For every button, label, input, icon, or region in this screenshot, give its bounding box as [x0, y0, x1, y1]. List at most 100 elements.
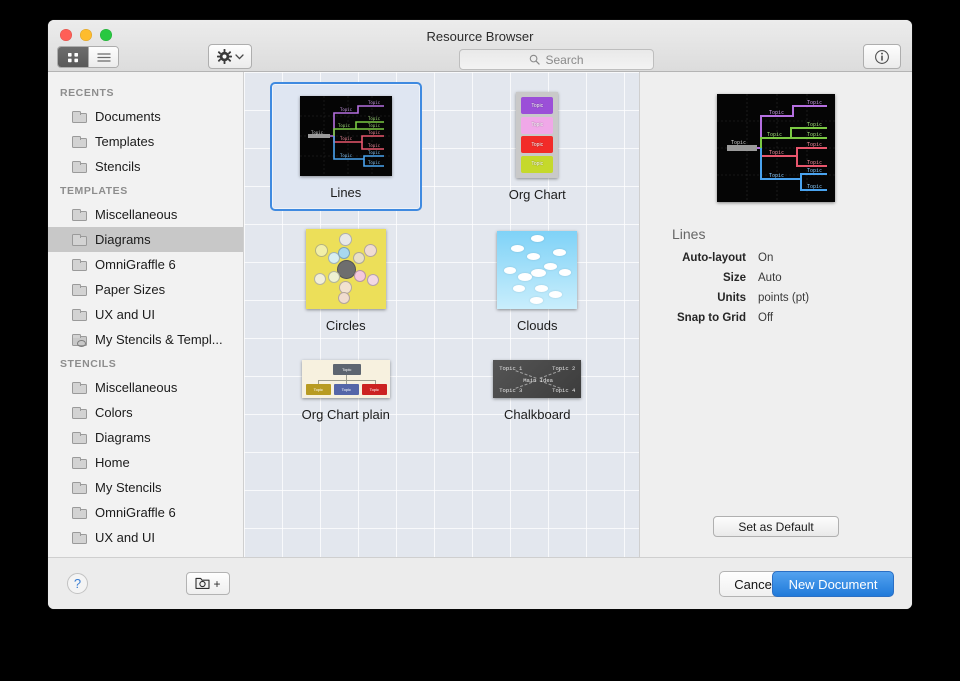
template-name: Org Chart plain: [302, 407, 390, 422]
grid-view-icon[interactable]: [58, 47, 88, 67]
circle-node: [338, 292, 350, 304]
sidebar-item-my-stencils[interactable]: My Stencils: [48, 475, 243, 500]
sidebar-item-omnigraffle6-templates[interactable]: OmniGraffle 6: [48, 252, 243, 277]
window-title: Resource Browser: [48, 29, 912, 44]
orgp-box-mid: Topic: [334, 384, 359, 395]
chalk-topic-2: Topic 2: [552, 365, 575, 372]
sidebar-item-miscellaneous-templates[interactable]: Miscellaneous: [48, 202, 243, 227]
info-panel-title: Lines: [672, 226, 894, 242]
sidebar-item-label: OmniGraffle 6: [95, 257, 176, 272]
sidebar-item-diagrams-templates[interactable]: Diagrams: [48, 227, 243, 252]
view-mode-segmented-control[interactable]: [57, 46, 119, 68]
cloud-node: [535, 285, 548, 292]
svg-text:Topic: Topic: [368, 123, 381, 128]
folder-icon: [72, 382, 87, 394]
list-view-icon[interactable]: [88, 47, 118, 67]
template-browser-grid[interactable]: Topic TopicTopic TopicTopic Topic TopicT…: [244, 72, 640, 557]
connector: [318, 380, 376, 381]
info-row-auto-layout: Auto-layout On: [658, 252, 894, 264]
property-key: Snap to Grid: [658, 312, 746, 324]
cloud-node: [531, 269, 546, 277]
template-name: Chalkboard: [504, 407, 571, 422]
desktop-background: Resource Browser: [0, 0, 960, 681]
sidebar-item-ux-and-ui-templates[interactable]: UX and UI: [48, 302, 243, 327]
property-value: On: [758, 252, 773, 264]
template-thumbnail-chalkboard: Topic 1 Topic 2 Main Idea Topic 3 Topic …: [493, 360, 581, 398]
sidebar-item-templates[interactable]: Templates: [48, 129, 243, 154]
circle-node: [328, 271, 340, 283]
template-item-org-chart-plain[interactable]: Topic Topic Topic Topic Org Chart plai: [250, 348, 442, 431]
svg-text:Topic: Topic: [368, 143, 381, 148]
svg-text:Topic: Topic: [807, 132, 822, 138]
folder-icon: [72, 482, 87, 494]
plus-icon: +: [213, 577, 220, 591]
template-item-circles[interactable]: Circles: [250, 217, 442, 342]
info-panel: Topic TopicTopic TopicTopic Topic TopicT…: [640, 72, 912, 557]
folder-icon: [72, 309, 87, 321]
sidebar-item-ux-and-ui-stencils[interactable]: UX and UI: [48, 525, 243, 550]
new-document-button[interactable]: New Document: [772, 571, 894, 597]
search-icon: [529, 54, 540, 65]
template-thumbnail-circles: [306, 229, 386, 309]
org-box-2: Topic: [521, 117, 553, 134]
folder-icon: [72, 532, 87, 544]
svg-text:Topic: Topic: [807, 184, 822, 190]
template-thumbnail-org-chart-plain: Topic Topic Topic Topic: [302, 360, 390, 398]
help-button[interactable]: ?: [67, 573, 88, 594]
info-row-size: Size Auto: [658, 272, 894, 284]
svg-text:Topic: Topic: [368, 150, 381, 155]
sidebar-item-label: Paper Sizes: [95, 282, 165, 297]
info-button[interactable]: [863, 44, 901, 69]
sidebar-group-templates: TEMPLATES: [48, 179, 243, 202]
template-item-chalkboard[interactable]: Topic 1 Topic 2 Main Idea Topic 3 Topic …: [442, 348, 634, 431]
template-thumbnail-clouds: [497, 231, 577, 309]
template-preview-image: Topic TopicTopic TopicTopic Topic TopicT…: [717, 94, 835, 202]
template-item-org-chart[interactable]: Topic Topic Topic Topic Org Chart: [442, 80, 634, 211]
svg-text:Topic: Topic: [340, 153, 353, 158]
sidebar-item-label: UX and UI: [95, 530, 155, 545]
cloud-node: [504, 267, 516, 274]
info-circle-icon: [874, 49, 890, 65]
sidebar-item-label: Diagrams: [95, 430, 151, 445]
sidebar-item-my-stencils-and-templates[interactable]: My Stencils & Templ...: [48, 327, 243, 352]
folder-icon: [72, 111, 87, 123]
folder-icon: [72, 234, 87, 246]
sidebar-item-stencils[interactable]: Stencils: [48, 154, 243, 179]
sidebar-item-paper-sizes[interactable]: Paper Sizes: [48, 277, 243, 302]
sidebar-item-colors[interactable]: Colors: [48, 400, 243, 425]
sidebar-item-label: Miscellaneous: [95, 207, 177, 222]
window-titlebar: Resource Browser: [48, 20, 912, 72]
resource-browser-window: Resource Browser: [48, 20, 912, 609]
sidebar-item-omnigraffle6-stencils[interactable]: OmniGraffle 6: [48, 500, 243, 525]
window-body: RECENTS Documents Templates Stencils TEM…: [48, 72, 912, 557]
sidebar-item-label: Documents: [95, 109, 161, 124]
sidebar-item-label: Templates: [95, 134, 154, 149]
circle-node: [364, 244, 377, 257]
add-resource-button[interactable]: +: [186, 572, 230, 595]
chevron-down-icon: [235, 54, 244, 60]
circle-node: [354, 270, 366, 282]
folder-icon: [72, 457, 87, 469]
template-name: Circles: [326, 318, 366, 333]
cloud-node: [549, 291, 562, 298]
svg-text:Topic: Topic: [368, 100, 381, 105]
sidebar-item-label: Stencils: [95, 159, 141, 174]
cloud-node: [511, 245, 524, 252]
sidebar-item-diagrams-stencils[interactable]: Diagrams: [48, 425, 243, 450]
sidebar[interactable]: RECENTS Documents Templates Stencils TEM…: [48, 72, 244, 557]
search-field[interactable]: Search: [459, 49, 654, 70]
action-menu-button[interactable]: [208, 44, 252, 69]
org-box-3: Topic: [521, 136, 553, 153]
set-as-default-button[interactable]: Set as Default: [713, 516, 839, 537]
template-item-lines[interactable]: Topic TopicTopic TopicTopic Topic TopicT…: [250, 80, 442, 211]
svg-text:Topic: Topic: [769, 173, 784, 179]
svg-text:Topic: Topic: [769, 110, 784, 116]
template-item-clouds[interactable]: Clouds: [442, 217, 634, 342]
sidebar-item-home[interactable]: Home: [48, 450, 243, 475]
sidebar-item-label: UX and UI: [95, 307, 155, 322]
svg-text:Topic: Topic: [338, 123, 351, 128]
sidebar-item-miscellaneous-stencils[interactable]: Miscellaneous: [48, 375, 243, 400]
property-value: Off: [758, 312, 773, 324]
sidebar-item-label: OmniGraffle 6: [95, 505, 176, 520]
sidebar-item-documents[interactable]: Documents: [48, 104, 243, 129]
